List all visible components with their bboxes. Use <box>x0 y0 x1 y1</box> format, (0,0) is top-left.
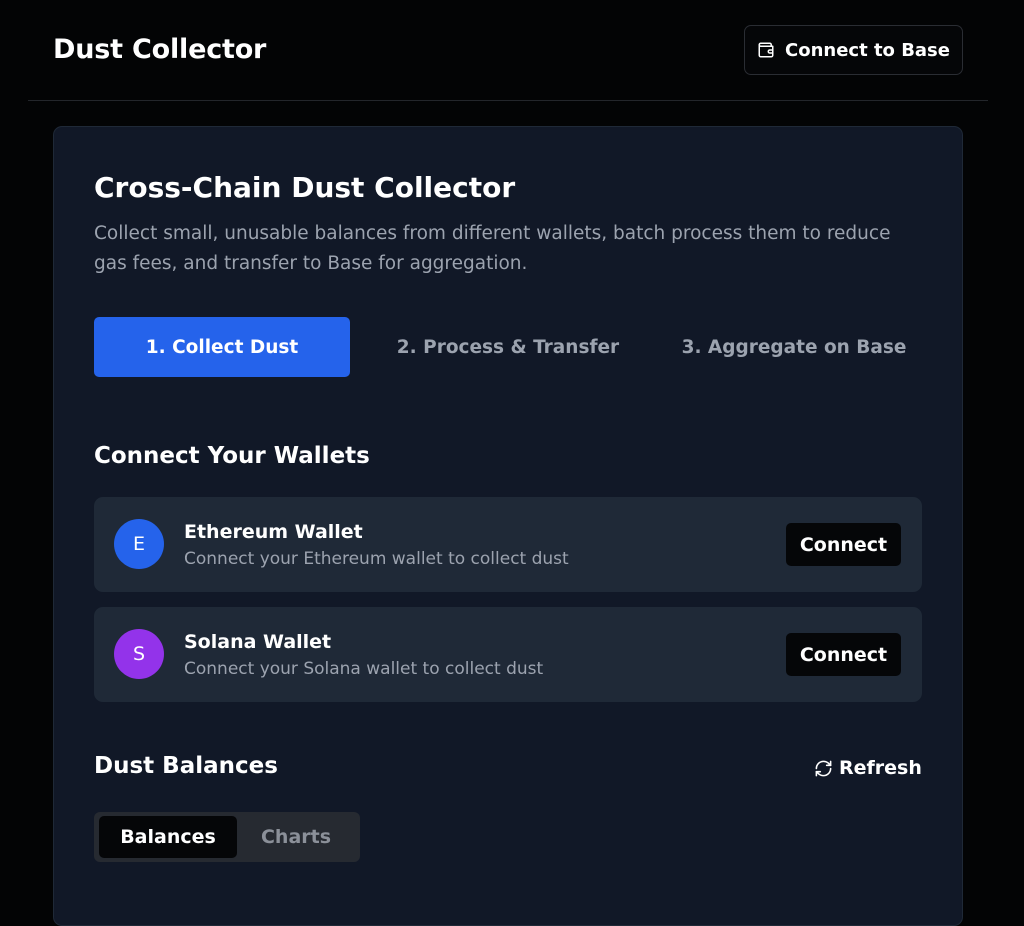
wallets-section-title: Connect Your Wallets <box>94 443 370 469</box>
refresh-label: Refresh <box>839 757 922 779</box>
step-collect-dust[interactable]: 1. Collect Dust <box>94 317 350 377</box>
wallet-name: Solana Wallet <box>184 631 332 653</box>
connect-solana-button[interactable]: Connect <box>786 633 901 676</box>
step-process-transfer[interactable]: 2. Process & Transfer <box>380 317 636 377</box>
app-header: Dust Collector Connect to Base <box>28 0 988 101</box>
refresh-icon <box>814 759 833 778</box>
balances-section-title: Dust Balances <box>94 753 278 779</box>
wallet-card-ethereum: E Ethereum Wallet Connect your Ethereum … <box>94 497 922 592</box>
wallet-subtitle: Connect your Solana wallet to collect du… <box>184 659 544 679</box>
step-tabs: 1. Collect Dust 2. Process & Transfer 3.… <box>94 317 922 377</box>
tab-charts[interactable]: Charts <box>227 816 365 858</box>
wallet-icon <box>757 41 775 59</box>
solana-avatar: S <box>114 629 164 679</box>
wallet-card-solana: S Solana Wallet Connect your Solana wall… <box>94 607 922 702</box>
main-card: Cross-Chain Dust Collector Collect small… <box>53 126 963 926</box>
refresh-button[interactable]: Refresh <box>814 753 922 783</box>
page-description: Collect small, unusable balances from di… <box>94 223 891 274</box>
ethereum-avatar: E <box>114 519 164 569</box>
tab-balances[interactable]: Balances <box>99 816 237 858</box>
wallet-name: Ethereum Wallet <box>184 521 363 543</box>
app-title: Dust Collector <box>53 34 267 65</box>
balances-tabs: Balances Charts <box>94 812 360 862</box>
page-title: Cross-Chain Dust Collector <box>94 171 516 204</box>
connect-ethereum-button[interactable]: Connect <box>786 523 901 566</box>
connect-to-base-button[interactable]: Connect to Base <box>744 25 963 75</box>
step-aggregate-base[interactable]: 3. Aggregate on Base <box>666 317 922 377</box>
wallet-subtitle: Connect your Ethereum wallet to collect … <box>184 549 569 569</box>
connect-to-base-label: Connect to Base <box>785 39 950 61</box>
